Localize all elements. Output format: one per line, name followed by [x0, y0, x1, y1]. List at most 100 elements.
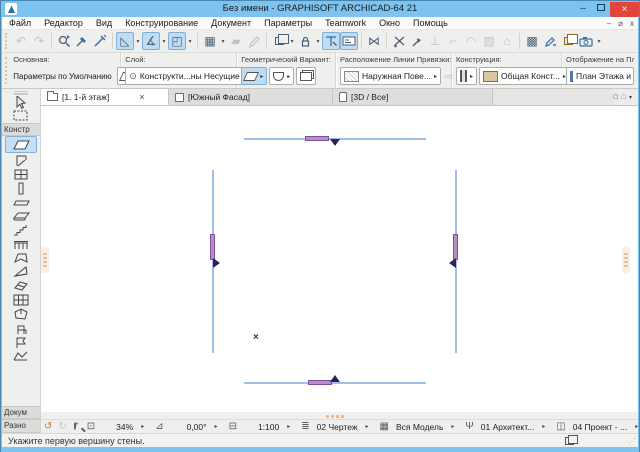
- wall-right-ref-segment[interactable]: [453, 234, 458, 260]
- camera-dropdown[interactable]: ▾: [595, 32, 603, 50]
- right-scroll-indicator[interactable]: [622, 247, 630, 273]
- maximize-button[interactable]: [592, 2, 610, 16]
- tool-marquee[interactable]: [5, 109, 37, 123]
- trace-reference-button[interactable]: [270, 32, 288, 50]
- go-forward-button[interactable]: ↻: [55, 421, 69, 432]
- left-scroll-indicator[interactable]: [41, 247, 49, 273]
- tool-curtain-wall[interactable]: [5, 293, 37, 307]
- tool-shell[interactable]: [5, 265, 37, 279]
- orientation-value[interactable]: 0,00°: [183, 422, 211, 432]
- tool-roof[interactable]: [5, 251, 37, 265]
- zoom-level-dropdown[interactable]: ▸: [137, 423, 148, 430]
- composite-structure-button[interactable]: Общая Конст... ▸: [479, 67, 570, 85]
- toolbox-section-misc[interactable]: Разно: [2, 419, 40, 433]
- toolbox-section-construct[interactable]: Констр: [2, 123, 40, 136]
- menu-edit[interactable]: Редактор: [44, 18, 83, 28]
- geometry-straight-wall-button[interactable]: ▸: [241, 67, 267, 85]
- mdi-close-icon[interactable]: x: [630, 19, 634, 28]
- tool-wall[interactable]: [5, 136, 37, 153]
- toolbar-grip[interactable]: [5, 33, 9, 49]
- tab-floor-plan[interactable]: [1. 1-й этаж] ×: [41, 89, 169, 105]
- menu-design[interactable]: Конструирование: [125, 18, 198, 28]
- geometry-trapezoid-wall-button[interactable]: [296, 67, 316, 85]
- tab-south-elevation[interactable]: [Южный Фасад]: [169, 89, 333, 105]
- floor-plan-display-button[interactable]: План Этажа и Ра: [566, 67, 634, 85]
- resize-grip[interactable]: ⋰: [628, 437, 636, 446]
- tool-door[interactable]: [5, 153, 37, 167]
- close-button[interactable]: ×: [610, 2, 639, 17]
- wall-top-ref-segment[interactable]: [305, 136, 329, 141]
- tool-skylight[interactable]: [5, 279, 37, 293]
- snap-guides-button[interactable]: ∡: [142, 32, 160, 50]
- tracker-button[interactable]: [322, 32, 340, 50]
- wall-bottom-line[interactable]: [244, 382, 426, 384]
- layer-combination-dropdown[interactable]: ▸: [362, 423, 373, 430]
- snap-grid-button[interactable]: ▦: [201, 32, 219, 50]
- menu-options[interactable]: Параметры: [264, 18, 312, 28]
- wall-left-ref-segment[interactable]: [210, 234, 215, 260]
- mdi-minimize-icon[interactable]: –: [607, 19, 611, 28]
- intersect-button[interactable]: ⋈: [365, 32, 383, 50]
- zoom-to-selection-button[interactable]: [55, 32, 73, 50]
- model-view-dropdown[interactable]: ▸: [447, 423, 458, 430]
- eraser-button[interactable]: ▰: [227, 32, 245, 50]
- menu-view[interactable]: Вид: [96, 18, 112, 28]
- geometry-curved-wall-button[interactable]: ▸: [269, 67, 294, 85]
- tab-3d-all[interactable]: [3D / Все]: [333, 89, 493, 105]
- resize-button[interactable]: ▨: [480, 32, 498, 50]
- tool-railing[interactable]: [5, 237, 37, 251]
- pen-set-dropdown[interactable]: ▸: [538, 423, 549, 430]
- redo-button[interactable]: ↷: [30, 32, 48, 50]
- toolbox-section-document[interactable]: Докум: [2, 406, 40, 419]
- horizontal-scroll-strip[interactable]: [41, 412, 638, 419]
- floor-plan-canvas[interactable]: ×: [41, 106, 638, 412]
- title-bar[interactable]: Без имени - GRAPHISOFT ARCHICAD-64 21 – …: [1, 1, 639, 17]
- coordinates-box-button[interactable]: [340, 32, 358, 50]
- orientation-dropdown[interactable]: ▸: [211, 423, 222, 430]
- tool-arrow[interactable]: [5, 95, 37, 109]
- layer-button[interactable]: ⊙ Конструкти...ны Несущие ▸: [125, 67, 250, 85]
- pen-set-icon[interactable]: Ψ: [462, 421, 476, 432]
- tool-slab[interactable]: [5, 209, 37, 223]
- snap-guides-dropdown[interactable]: ▾: [160, 32, 168, 50]
- save-view-button[interactable]: [559, 32, 577, 50]
- drag-node-button[interactable]: ⊥: [426, 32, 444, 50]
- pick-up-parameters-eyedropper-button[interactable]: [73, 32, 91, 50]
- tab-close-icon[interactable]: ×: [139, 92, 144, 102]
- scale-value[interactable]: 1:100: [254, 422, 283, 432]
- menu-help[interactable]: Помощь: [413, 18, 448, 28]
- menu-document[interactable]: Документ: [211, 18, 251, 28]
- construction-method-button[interactable]: ▸: [456, 67, 477, 85]
- navigator-house-icon[interactable]: ⌂: [621, 92, 627, 102]
- edit-elements-button[interactable]: [541, 32, 559, 50]
- infobox-grip[interactable]: [4, 57, 7, 84]
- dimension-style-icon[interactable]: ◫: [553, 421, 568, 432]
- minimize-button[interactable]: –: [574, 2, 592, 16]
- menu-teamwork[interactable]: Teamwork: [325, 18, 366, 28]
- pen-set-value[interactable]: 01 Архитект...: [477, 422, 539, 432]
- curve-edge-button[interactable]: ◠: [462, 32, 480, 50]
- menu-file[interactable]: Файл: [9, 18, 31, 28]
- scale-dropdown[interactable]: ▸: [283, 423, 294, 430]
- split-button[interactable]: [390, 32, 408, 50]
- wall-bottom-ref-segment[interactable]: [308, 380, 332, 385]
- lock-button[interactable]: [296, 32, 314, 50]
- layer-combination-icon[interactable]: ≣: [298, 421, 312, 432]
- fillet-corner-button[interactable]: ⌐: [444, 32, 462, 50]
- navigator-dropdown-icon[interactable]: ▾: [629, 94, 632, 101]
- tool-window[interactable]: [5, 167, 37, 181]
- snap-points-dropdown[interactable]: ▾: [186, 32, 194, 50]
- menu-window[interactable]: Окно: [379, 18, 400, 28]
- magic-wand-settings-button[interactable]: ▩: [523, 32, 541, 50]
- tool-column[interactable]: [5, 181, 37, 195]
- model-view-icon[interactable]: ▦: [377, 421, 392, 432]
- reference-line-button[interactable]: Наружная Пове... ▸: [340, 67, 441, 85]
- orientation-icon[interactable]: ⊿: [152, 421, 166, 432]
- guide-lines-dropdown[interactable]: ▾: [134, 32, 142, 50]
- mdi-restore-icon[interactable]: ⌀: [618, 19, 623, 28]
- model-view-value[interactable]: Вся Модель: [392, 422, 447, 432]
- layer-combination-value[interactable]: 02 Чертеж: [313, 422, 362, 432]
- guide-lines-button[interactable]: ◺: [116, 32, 134, 50]
- zoom-in-button[interactable]: +: [74, 422, 76, 430]
- lock-dropdown[interactable]: ▾: [314, 32, 322, 50]
